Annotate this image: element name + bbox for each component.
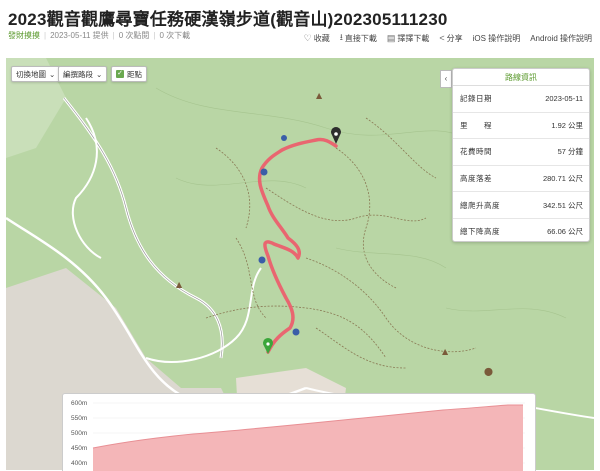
elevation-chart[interactable]: 600m 550m 500m 450m 400m — [62, 393, 536, 471]
info-row-descent: 總下降高度 66.06 公尺 — [460, 227, 583, 237]
route-track — [257, 137, 338, 354]
info-row-elevation-diff: 高度落差 280.71 公尺 — [453, 166, 589, 193]
svg-text:▲: ▲ — [176, 280, 183, 289]
info-row-ascent: 總爬升高度 342.51 公尺 — [453, 192, 589, 219]
android-help-link[interactable]: Android 操作說明 — [530, 30, 592, 46]
switch-map-dropdown[interactable]: 切換地圖 ⌄ — [11, 66, 61, 82]
edit-route-dropdown[interactable]: 編撰路段 ⌄ — [58, 66, 108, 82]
share-button[interactable]: < 分享 — [439, 30, 462, 46]
end-marker — [331, 126, 341, 144]
route-info-panel: 路線資訊 記錄日期 2023-05-11 里 程 1.92 公里 花費時間 57 分鐘… — [452, 68, 590, 242]
elevation-plot — [92, 402, 525, 471]
chevron-down-icon: ⌄ — [49, 69, 56, 79]
author-link[interactable]: 發財摸摸 — [8, 31, 40, 40]
upload-date: 2023-05-11 提供 — [50, 31, 109, 40]
svg-text:▲: ▲ — [442, 347, 449, 356]
page-title: 2023觀音觀鷹尋寶任務硬漢嶺步道(觀音山)202305111230 — [8, 10, 448, 29]
chevron-down-icon: ⌄ — [96, 69, 103, 79]
trail-network — [205, 117, 477, 369]
save-icon: ▤ — [386, 32, 396, 43]
action-bar: ♡ 收藏 ⭳ 直接下載 ▤ 擇擇下載 < 分享 iOS 操作說明 Android 操作說… — [304, 30, 592, 46]
info-row-date: 記錄日期 2023-05-11 — [453, 86, 589, 113]
svg-text:▲: ▲ — [316, 91, 323, 100]
select-download-button[interactable]: ▤ 擇擇下載 — [387, 30, 430, 46]
route-info-heading: 路線資訊 — [453, 69, 589, 86]
share-icon: < — [439, 33, 445, 43]
start-marker — [263, 337, 274, 354]
heart-icon: ♡ — [303, 32, 312, 43]
direct-download-button[interactable]: ⭳ 直接下載 — [340, 30, 377, 46]
ios-help-link[interactable]: iOS 操作說明 — [473, 30, 521, 46]
side-road — [71, 117, 102, 259]
meta-bar: 發財摸摸 | 2023-05-11 提供 | 0 次點閱 | 0 次下載 ♡ 收藏 ⭳ 直接下載… — [8, 30, 592, 44]
view-count: 0 次點閱 — [118, 31, 150, 40]
info-row-duration: 花費時間 57 分鐘 — [453, 139, 589, 166]
info-row-distance: 里 程 1.92 公里 — [453, 113, 589, 140]
download-icon: ⭳ — [339, 32, 343, 42]
favorite-button[interactable]: ♡ 收藏 — [304, 30, 330, 46]
checkbox-icon: ✓ — [116, 70, 124, 78]
switchback-road — [145, 267, 262, 363]
collapse-panel-button[interactable]: ‹ — [440, 70, 452, 88]
download-count: 0 次下載 — [159, 31, 191, 40]
distance-toggle[interactable]: ✓ 距點 — [111, 66, 147, 82]
svg-text:⬤: ⬤ — [484, 367, 493, 376]
